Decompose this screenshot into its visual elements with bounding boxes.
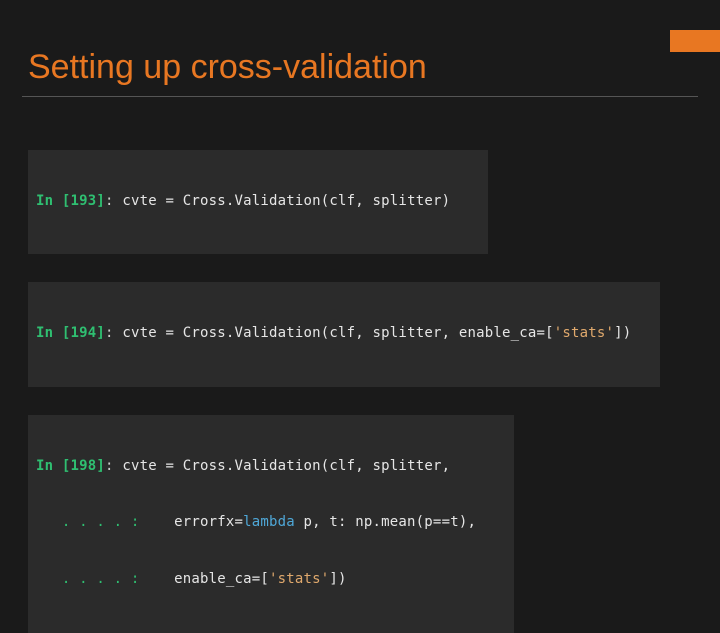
- slide-title: Setting up cross-validation: [28, 48, 427, 87]
- code-lambda: lambda: [243, 514, 295, 530]
- prompt-continuation: . . . . :: [36, 514, 174, 530]
- prompt-colon: :: [105, 193, 122, 209]
- code-call-b: ]): [614, 325, 631, 341]
- code-area: In [193]: cvte = Cross.Validation(clf, s…: [28, 150, 660, 633]
- prompt-num: [198]: [62, 458, 105, 474]
- code-eq: =: [157, 325, 183, 341]
- code-expr: p, t: np.mean(p==t),: [295, 514, 476, 530]
- code-close: ]): [329, 571, 346, 587]
- code-line: . . . . : errorfx=lambda p, t: np.mean(p…: [36, 513, 506, 532]
- code-eq: =: [157, 193, 183, 209]
- prompt-num: [194]: [62, 325, 105, 341]
- code-block-1: In [193]: cvte = Cross.Validation(clf, s…: [28, 150, 488, 254]
- code-kwarg: errorfx=: [174, 514, 243, 530]
- code-var: cvte: [122, 193, 157, 209]
- prompt-in: In: [36, 458, 62, 474]
- code-line: In [198]: cvte = Cross.Validation(clf, s…: [36, 457, 506, 476]
- prompt-colon: :: [105, 325, 122, 341]
- title-underline: [22, 96, 698, 97]
- code-block-3: In [198]: cvte = Cross.Validation(clf, s…: [28, 415, 514, 633]
- prompt-continuation: . . . . :: [36, 571, 174, 587]
- code-var: cvte: [122, 458, 157, 474]
- code-string: 'stats': [554, 325, 614, 341]
- code-line1-tail: Cross.Validation(clf, splitter,: [183, 458, 451, 474]
- code-call-a: Cross.Validation(clf, splitter, enable_c…: [183, 325, 554, 341]
- code-var: cvte: [122, 325, 157, 341]
- code-kwarg: enable_ca=[: [174, 571, 269, 587]
- prompt-num: [193]: [62, 193, 105, 209]
- prompt-in: In: [36, 325, 62, 341]
- accent-decor: [670, 30, 720, 52]
- prompt-in: In: [36, 193, 62, 209]
- code-line: . . . . : enable_ca=['stats']): [36, 570, 506, 589]
- code-block-2: In [194]: cvte = Cross.Validation(clf, s…: [28, 282, 660, 386]
- code-line: In [193]: cvte = Cross.Validation(clf, s…: [36, 192, 480, 211]
- code-string: 'stats': [269, 571, 329, 587]
- code-eq: =: [157, 458, 183, 474]
- code-line: In [194]: cvte = Cross.Validation(clf, s…: [36, 324, 652, 343]
- prompt-colon: :: [105, 458, 122, 474]
- code-call: Cross.Validation(clf, splitter): [183, 193, 451, 209]
